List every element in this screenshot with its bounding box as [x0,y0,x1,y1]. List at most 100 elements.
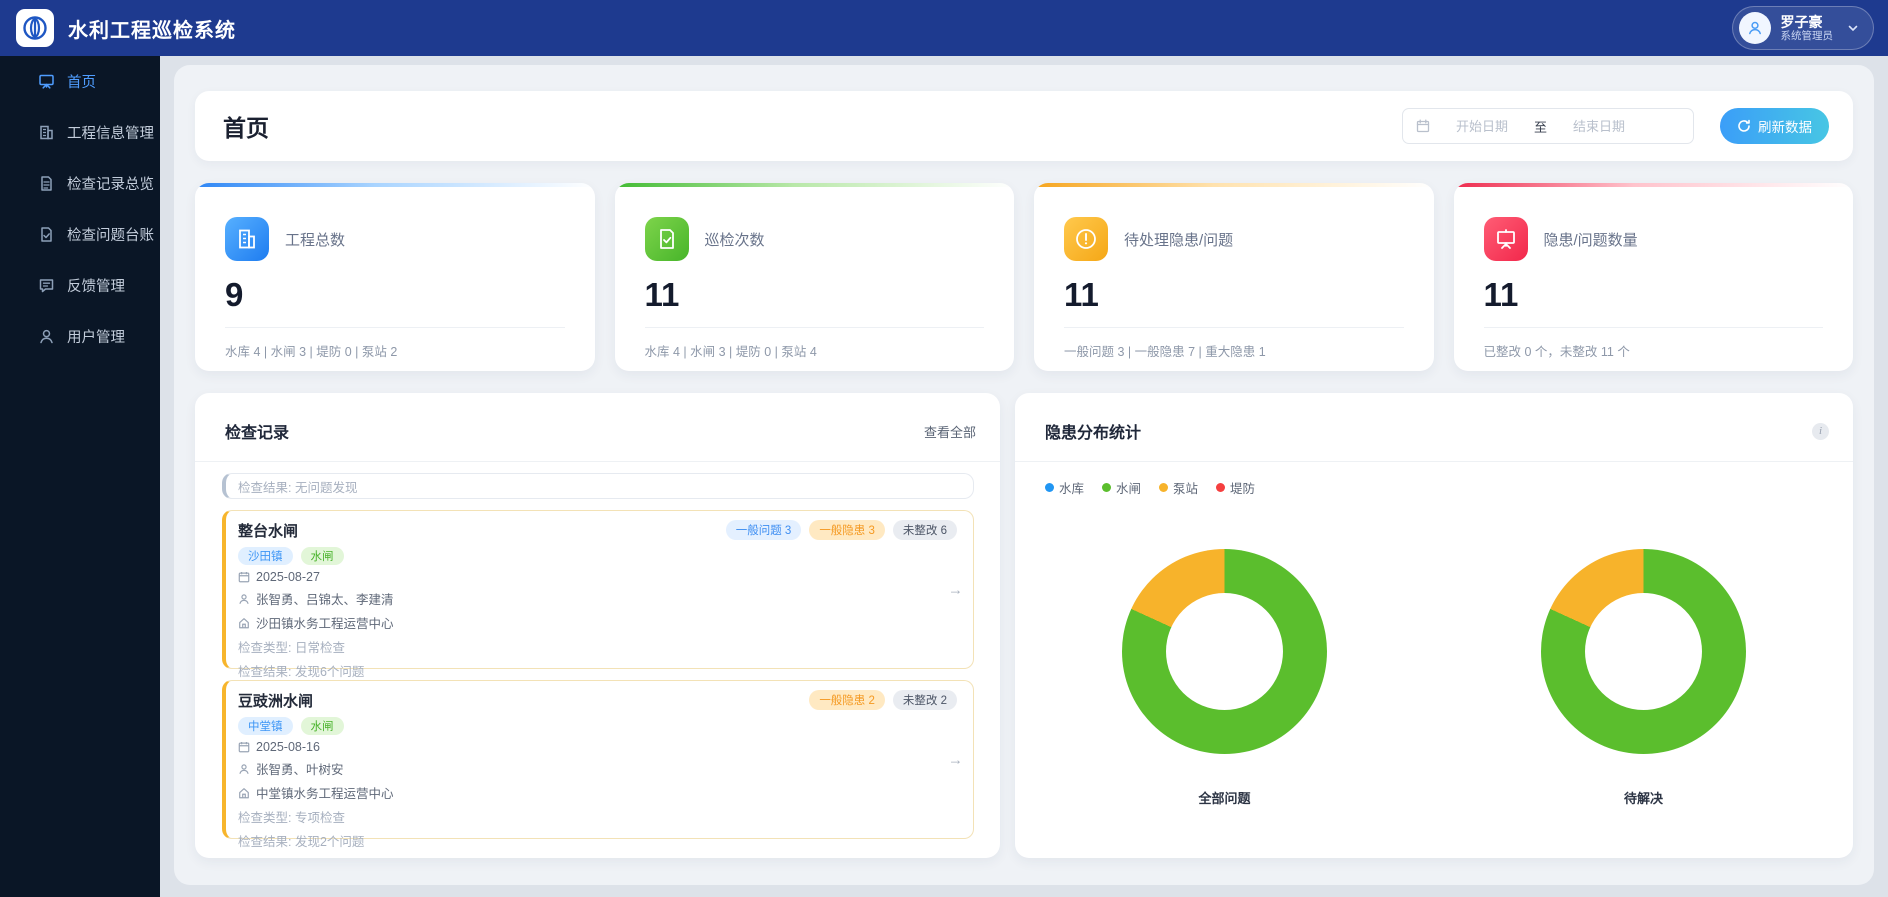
stat-value: 9 [225,276,565,314]
sidebar-item-label: 反馈管理 [67,275,125,296]
document-check-icon [38,226,55,243]
hazard-distribution-panel: 隐患分布统计 i 水库 水闸 泵站 堤防 [1015,393,1853,858]
town-tag: 沙田镇 [238,547,293,565]
feedback-icon [38,277,55,294]
stat-card-total-projects: 工程总数 9 水库 4 | 水闸 3 | 堤防 0 | 泵站 2 [195,183,595,371]
town-tag: 中堂镇 [238,717,293,735]
legend-dot [1045,483,1054,492]
info-icon[interactable]: i [1812,423,1829,440]
donut-chart-all-issues [1122,549,1327,754]
legend-item-pump-station[interactable]: 泵站 [1159,478,1198,497]
stat-label: 隐患/问题数量 [1544,229,1638,250]
top-header-bar: 水利工程巡检系统 罗子豪 系统管理员 [0,0,1888,56]
record-card[interactable]: 整台水闸 一般问题 3 一般隐患 3 未整改 6 沙田镇 水闸 2025-08-… [222,510,974,669]
stat-cards-row: 工程总数 9 水库 4 | 水闸 3 | 堤防 0 | 泵站 2 巡检次数 11… [195,183,1853,371]
status-badge: 未整改 6 [893,520,957,540]
user-role: 系统管理员 [1781,30,1834,43]
stat-value: 11 [1484,276,1824,314]
home-icon [238,617,250,629]
user-name: 罗子豪 [1781,14,1834,30]
sidebar-item-user-management[interactable]: 用户管理 [0,311,160,362]
board-stat-icon [1484,217,1528,261]
legend-item-reservoir[interactable]: 水库 [1045,478,1084,497]
app-title: 水利工程巡检系统 [68,14,236,43]
sidebar-item-label: 检查记录总览 [67,173,154,194]
record-result-line: 检查结果: 发现6个问题 [238,661,364,680]
stat-breakdown: 水库 4 | 水闸 3 | 堤防 0 | 泵站 2 [225,341,565,360]
main-content: 首页 至 刷新数据 [160,56,1888,897]
user-avatar-icon [1747,20,1763,36]
sidebar-item-project-info[interactable]: 工程信息管理 [0,107,160,158]
avatar [1739,12,1771,44]
date-separator: 至 [1534,117,1547,136]
record-card-partial[interactable]: 检查结果: 无问题发现 [222,473,974,499]
sidebar-item-feedback[interactable]: 反馈管理 [0,260,160,311]
legend-label: 水库 [1059,478,1084,497]
records-panel-title: 检查记录 [225,419,289,443]
type-tag: 水闸 [301,717,344,735]
chart-legend: 水库 水闸 泵站 堤防 [1015,462,1853,497]
legend-item-dike[interactable]: 堤防 [1216,478,1255,497]
records-list[interactable]: 检查结果: 无问题发现 整台水闸 一般问题 3 一般隐患 3 未整改 6 沙田镇… [195,462,1000,858]
status-badge: 未整改 2 [893,690,957,710]
stat-breakdown: 水库 4 | 水闸 3 | 堤防 0 | 泵站 4 [645,341,985,360]
document-check-stat-icon [645,217,689,261]
legend-dot [1159,483,1168,492]
water-gate-logo-icon [22,15,48,41]
refresh-button-label: 刷新数据 [1758,116,1812,136]
record-card[interactable]: 豆豉洲水闸 一般隐患 2 未整改 2 中堂镇 水闸 2025-08-16 [222,680,974,839]
stat-card-pending-issues: 待处理隐患/问题 11 一般问题 3 | 一般隐患 7 | 重大隐患 1 [1034,183,1434,371]
divider [1064,327,1404,328]
stat-card-issue-total: 隐患/问题数量 11 已整改 0 个，未整改 11 个 [1454,183,1854,371]
stat-label: 待处理隐患/问题 [1124,229,1233,250]
legend-item-sluice[interactable]: 水闸 [1102,478,1141,497]
status-badge: 一般隐患 2 [809,690,885,710]
chevron-down-icon [1847,22,1859,34]
record-type-line: 检查类型: 专项检查 [238,807,345,826]
legend-label: 水闸 [1116,478,1141,497]
view-all-link[interactable]: 查看全部 [924,422,976,441]
chart-panel-title: 隐患分布统计 [1045,419,1141,443]
arrow-right-icon[interactable]: → [948,751,963,768]
sidebar-item-inspection-records[interactable]: 检查记录总览 [0,158,160,209]
sidebar-item-label: 用户管理 [67,326,125,347]
sidebar-item-home[interactable]: 首页 [0,56,160,107]
record-org: 沙田镇水务工程运营中心 [256,613,394,632]
divider [225,327,565,328]
stat-breakdown: 已整改 0 个，未整改 11 个 [1484,341,1824,360]
card-accent-bar [615,183,1015,187]
stat-card-inspection-count: 巡检次数 11 水库 4 | 水闸 3 | 堤防 0 | 泵站 4 [615,183,1015,371]
end-date-input[interactable] [1547,119,1651,134]
record-date: 2025-08-16 [256,740,320,754]
refresh-data-button[interactable]: 刷新数据 [1720,108,1829,144]
legend-dot [1216,483,1225,492]
start-date-input[interactable] [1430,119,1534,134]
sidebar: 首页 工程信息管理 检查记录总览 检查问题台账 反馈管理 用户管理 [0,56,160,897]
stat-value: 11 [1064,276,1404,314]
home-icon [238,787,250,799]
record-date: 2025-08-27 [256,570,320,584]
person-icon [238,593,250,605]
type-tag: 水闸 [301,547,344,565]
donut-chart-label: 待解决 [1624,788,1663,807]
building-stat-icon [225,217,269,261]
user-menu[interactable]: 罗子豪 系统管理员 [1732,6,1875,50]
sidebar-item-label: 工程信息管理 [67,122,154,143]
status-badge: 一般隐患 3 [809,520,885,540]
user-icon [38,328,55,345]
donut-charts: 全部问题 待解决 [1015,497,1853,858]
legend-dot [1102,483,1111,492]
sidebar-item-issue-ledger[interactable]: 检查问题台账 [0,209,160,260]
record-type-line: 检查类型: 日常检查 [238,637,345,656]
calendar-icon [238,741,250,753]
arrow-right-icon[interactable]: → [948,581,963,598]
date-range-picker[interactable]: 至 [1402,108,1694,144]
sidebar-item-label: 首页 [67,71,96,92]
card-accent-bar [1034,183,1434,187]
legend-label: 堤防 [1230,478,1255,497]
page-title: 首页 [223,109,269,143]
stat-label: 工程总数 [285,229,345,250]
donut-chart-pending [1541,549,1746,754]
content-container: 首页 至 刷新数据 [174,65,1874,885]
alert-circle-stat-icon [1064,217,1108,261]
